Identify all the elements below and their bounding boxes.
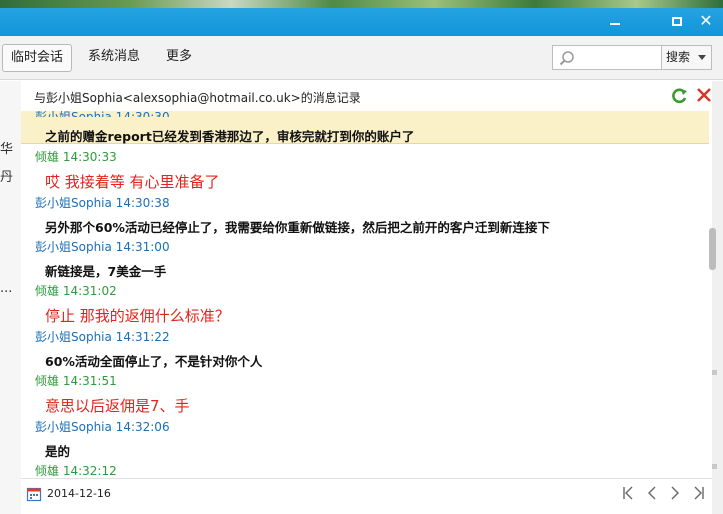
message-text: 意思以后返佣是7、手 <box>45 397 190 415</box>
message-text: 停止 那我的返佣什么标准？ <box>45 307 230 325</box>
contact-fragment: 丹 <box>0 170 14 185</box>
minimize-button[interactable] <box>606 12 624 30</box>
search-icon <box>559 51 574 66</box>
minimize-icon <box>610 23 620 25</box>
message-text: 新链接是，7美金一手 <box>45 264 167 279</box>
search-button[interactable]: 搜索 <box>662 45 712 70</box>
message-sender: 倾雄 14:30:33 <box>35 150 117 164</box>
tab-more[interactable]: 更多 <box>158 44 200 72</box>
history-title: 与彭小姐Sophia<alexsophia@hotmail.co.uk>的消息记… <box>34 91 361 105</box>
message-text: 60%活动全面停止了，不是针对你个人 <box>45 354 263 369</box>
scrollbar-marker <box>712 464 717 469</box>
search-button-label: 搜索 <box>666 50 691 64</box>
scrollbar-marker <box>712 370 717 375</box>
calendar-icon[interactable] <box>26 486 42 502</box>
tab-system-messages[interactable]: 系统消息 <box>80 44 148 72</box>
scrollbar-thumb[interactable] <box>709 228 716 270</box>
title-decoration <box>0 0 723 8</box>
message-text: 之前的赠金report已经发到香港那边了，审核完就打到你的账户了 <box>45 129 415 144</box>
history-date: 2014-12-16 <box>47 487 111 500</box>
search-input[interactable] <box>552 45 662 70</box>
history-header: 与彭小姐Sophia<alexsophia@hotmail.co.uk>的消息记… <box>21 81 712 111</box>
last-page-icon[interactable] <box>689 484 707 502</box>
tab-temp-chat[interactable]: 临时会话 <box>2 44 73 72</box>
message-sender: 彭小姐Sophia 14:31:00 <box>35 240 170 254</box>
close-icon: ✕ <box>699 11 713 30</box>
message-sender: 倾雄 14:31:51 <box>35 374 117 388</box>
contact-fragment: ... <box>0 281 13 296</box>
message-text: 哎 我接着等 有心里准备了 <box>45 173 220 191</box>
message-sender: 彭小姐Sophia 14:30:30 <box>35 111 170 117</box>
contact-list-strip: 华 丹 ... <box>0 81 21 514</box>
scrollbar-track[interactable] <box>712 81 723 514</box>
next-page-icon[interactable] <box>666 484 684 502</box>
refresh-icon[interactable] <box>670 87 688 105</box>
maximize-button[interactable] <box>668 12 686 30</box>
close-button[interactable]: ✕ <box>697 12 715 30</box>
message-sender: 彭小姐Sophia 14:32:06 <box>35 420 170 434</box>
message-text: 是的 <box>45 444 71 459</box>
contact-fragment: 华 <box>0 142 14 157</box>
message-text: 另外那个60%活动已经停止了，我需要给你重新做链接，然后把之前开的客户迁到新连接… <box>45 220 550 235</box>
message-sender: 彭小姐Sophia 14:31:22 <box>35 330 170 344</box>
first-page-icon[interactable] <box>620 484 638 502</box>
delete-icon[interactable] <box>695 86 713 104</box>
message-sender: 倾雄 14:32:12 <box>35 464 117 478</box>
history-footer <box>21 478 712 514</box>
chevron-down-icon <box>698 55 706 60</box>
maximize-icon <box>672 17 682 26</box>
prev-page-icon[interactable] <box>643 484 661 502</box>
message-sender: 倾雄 14:31:02 <box>35 284 117 298</box>
message-sender: 彭小姐Sophia 14:30:38 <box>35 196 170 210</box>
